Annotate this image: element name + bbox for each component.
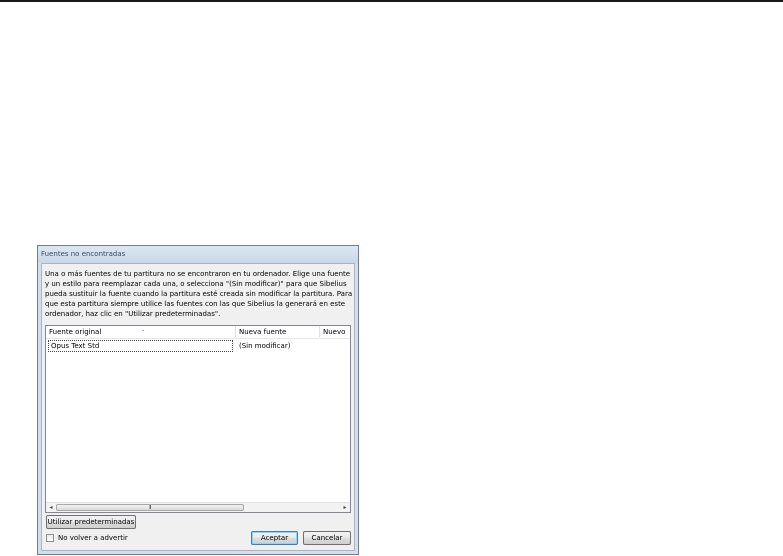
scrollbar-grip: III: [149, 505, 152, 511]
dialog-body: Una o más fuentes de tu partitura no se …: [41, 263, 355, 551]
column-header-original-font-label: Fuente original: [49, 328, 102, 336]
column-header-new-style-label: Nuevo: [323, 328, 346, 336]
dont-warn-checkbox[interactable]: [46, 534, 54, 542]
dialog-titlebar[interactable]: Fuentes no encontradas: [38, 246, 358, 263]
fonts-list-view[interactable]: Fuente original ⌄ Nueva fuente Nuevo Opu…: [45, 325, 351, 513]
top-border-line: [0, 0, 783, 2]
column-header-new-style[interactable]: Nuevo: [320, 326, 350, 338]
dialog-title: Fuentes no encontradas: [41, 250, 126, 258]
scroll-left-arrow-icon[interactable]: ◂: [46, 503, 56, 512]
horizontal-scrollbar[interactable]: ◂ III ▸: [46, 502, 350, 512]
missing-fonts-dialog: Fuentes no encontradas Una o más fuentes…: [37, 245, 359, 555]
row-new-font[interactable]: (Sin modificar): [239, 341, 290, 352]
scroll-right-arrow-icon[interactable]: ▸: [340, 503, 350, 512]
use-defaults-button[interactable]: Utilizar predeterminadas: [46, 515, 136, 529]
dialog-message: Una o más fuentes de tu partitura no se …: [45, 270, 353, 318]
dont-warn-label[interactable]: No volver a advertir: [58, 534, 128, 543]
column-header-new-font-label: Nueva fuente: [239, 328, 287, 336]
row-original-font: Opus Text Std: [51, 342, 100, 350]
list-header: Fuente original ⌄ Nueva fuente Nuevo: [46, 326, 350, 339]
scrollbar-thumb[interactable]: III: [56, 504, 244, 511]
column-header-new-font[interactable]: Nueva fuente: [236, 326, 319, 338]
sort-arrow-icon: ⌄: [141, 327, 146, 333]
ok-button[interactable]: Aceptar: [251, 531, 298, 545]
cancel-button[interactable]: Cancelar: [303, 531, 351, 545]
column-header-original-font[interactable]: Fuente original ⌄: [46, 326, 235, 338]
